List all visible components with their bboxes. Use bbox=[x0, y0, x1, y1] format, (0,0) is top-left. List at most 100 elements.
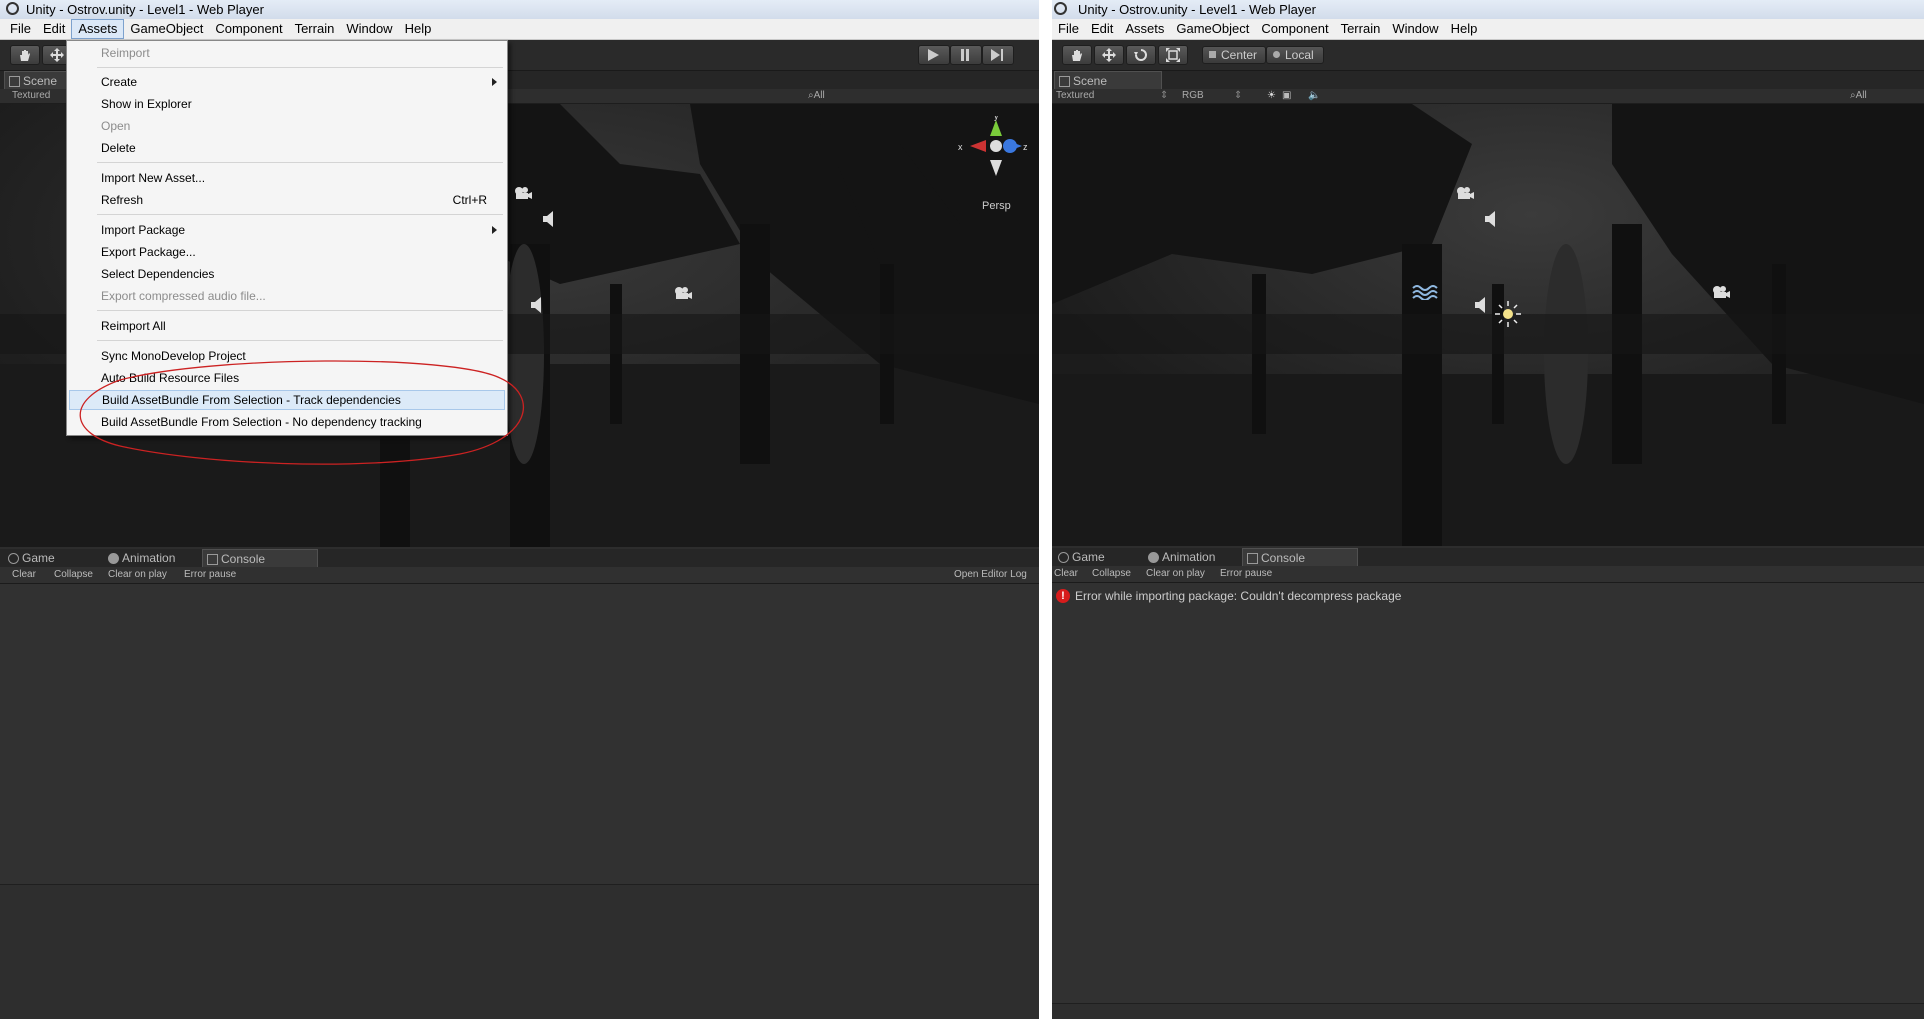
menu-item-export-package[interactable]: Export Package... bbox=[67, 242, 507, 262]
menu-gameobject[interactable]: GameObject bbox=[1170, 19, 1255, 39]
console-error-pause-button[interactable]: Error pause bbox=[184, 567, 236, 583]
sun-icon: ☀ bbox=[1267, 90, 1276, 101]
color-mode-dropdown[interactable]: RGB bbox=[1182, 89, 1204, 103]
menu-gameobject[interactable]: GameObject bbox=[124, 19, 209, 39]
directional-light-icon[interactable] bbox=[1494, 300, 1522, 328]
menu-item-delete[interactable]: Delete bbox=[67, 138, 507, 158]
menu-item-import-package[interactable]: Import Package bbox=[67, 220, 507, 240]
menu-assets[interactable]: Assets bbox=[71, 19, 125, 39]
tab-game[interactable]: Game bbox=[1054, 548, 1142, 566]
menu-item-select-dependencies[interactable]: Select Dependencies bbox=[67, 264, 507, 284]
menu-item-label: Create bbox=[101, 75, 138, 89]
menu-window[interactable]: Window bbox=[1386, 19, 1444, 39]
menu-item-import-new-asset[interactable]: Import New Asset... bbox=[67, 168, 507, 188]
open-editor-log-button[interactable]: Open Editor Log bbox=[954, 567, 1027, 583]
menu-help[interactable]: Help bbox=[1445, 19, 1484, 39]
menu-item-auto-build-resource-files[interactable]: Auto Build Resource Files bbox=[67, 368, 507, 388]
menu-item-refresh[interactable]: Refresh Ctrl+R bbox=[67, 190, 507, 210]
scene-gizmo[interactable]: y x z bbox=[952, 116, 1032, 176]
camera-icon[interactable] bbox=[1455, 186, 1475, 200]
menu-item-reimport-all[interactable]: Reimport All bbox=[67, 316, 507, 336]
camera-icon[interactable] bbox=[673, 286, 693, 300]
rotate-icon bbox=[1134, 49, 1147, 61]
audio-source-icon[interactable] bbox=[542, 210, 558, 228]
menu-item-reimport[interactable]: Reimport bbox=[67, 43, 507, 63]
tab-console[interactable]: Console bbox=[1242, 548, 1358, 567]
hand-tool-button[interactable] bbox=[1062, 45, 1092, 65]
menu-edit[interactable]: Edit bbox=[37, 19, 71, 39]
menu-edit[interactable]: Edit bbox=[1085, 19, 1119, 39]
tab-animation[interactable]: Animation bbox=[1144, 548, 1252, 566]
console-collapse-button[interactable]: Collapse bbox=[54, 567, 93, 583]
scene-grid-icon bbox=[1059, 76, 1070, 87]
right-scene-view[interactable] bbox=[1052, 104, 1924, 546]
left-scene-search[interactable]: ⌕ All bbox=[808, 89, 825, 103]
menu-item-create[interactable]: Create bbox=[67, 72, 507, 92]
forest-scene-image bbox=[1052, 104, 1924, 546]
console-clear-on-play-button[interactable]: Clear on play bbox=[108, 567, 167, 583]
render-mode-dropdown-arrow-icon: ⇕ bbox=[1160, 90, 1169, 101]
menu-item-label: Sync MonoDevelop Project bbox=[101, 349, 246, 363]
menu-item-build-assetbundle-track[interactable]: Build AssetBundle From Selection - Track… bbox=[69, 390, 505, 410]
menu-item-label: Build AssetBundle From Selection - No de… bbox=[101, 415, 422, 429]
render-mode-dropdown[interactable]: Textured bbox=[12, 89, 50, 103]
pivot-center-toggle[interactable]: Center bbox=[1202, 46, 1266, 64]
right-scene-tab-row: Scene bbox=[1052, 71, 1924, 90]
audio-source-icon[interactable] bbox=[1484, 210, 1500, 228]
menu-terrain[interactable]: Terrain bbox=[1335, 19, 1387, 39]
rotate-tool-button[interactable] bbox=[1126, 45, 1156, 65]
menu-help[interactable]: Help bbox=[399, 19, 438, 39]
audio-source-icon[interactable] bbox=[1474, 296, 1490, 314]
menu-file[interactable]: File bbox=[1052, 19, 1085, 39]
menu-file[interactable]: File bbox=[4, 19, 37, 39]
console-error-entry[interactable]: ! Error while importing package: Couldn'… bbox=[1056, 589, 1401, 603]
menu-component[interactable]: Component bbox=[209, 19, 288, 39]
menu-component[interactable]: Component bbox=[1255, 19, 1334, 39]
console-icon bbox=[207, 554, 218, 565]
pause-button[interactable] bbox=[950, 45, 982, 65]
console-collapse-button[interactable]: Collapse bbox=[1092, 566, 1131, 582]
submenu-arrow-icon bbox=[492, 78, 497, 86]
tab-game[interactable]: Game bbox=[4, 549, 92, 567]
search-placeholder: All bbox=[813, 90, 825, 101]
console-clear-button[interactable]: Clear bbox=[12, 567, 36, 583]
menu-item-label: Export compressed audio file... bbox=[101, 289, 266, 303]
water-icon[interactable] bbox=[1412, 284, 1440, 300]
render-mode-dropdown[interactable]: Textured bbox=[1056, 89, 1094, 103]
right-toolbar: Center Local bbox=[1052, 40, 1924, 71]
tab-scene-label: Scene bbox=[1073, 74, 1108, 88]
menu-separator bbox=[97, 67, 503, 68]
play-button[interactable] bbox=[918, 45, 950, 65]
submenu-arrow-icon bbox=[492, 226, 497, 234]
menu-item-open[interactable]: Open bbox=[67, 116, 507, 136]
menu-item-build-assetbundle-no-tracking[interactable]: Build AssetBundle From Selection - No de… bbox=[67, 412, 507, 432]
console-clear-on-play-button[interactable]: Clear on play bbox=[1146, 566, 1205, 582]
menu-item-export-compressed-audio[interactable]: Export compressed audio file... bbox=[67, 286, 507, 306]
menu-item-show-in-explorer[interactable]: Show in Explorer bbox=[67, 94, 507, 114]
menu-item-shortcut: Ctrl+R bbox=[452, 193, 487, 207]
console-clear-button[interactable]: Clear bbox=[1054, 566, 1078, 582]
scale-tool-button[interactable] bbox=[1158, 45, 1188, 65]
move-tool-button[interactable] bbox=[1094, 45, 1124, 65]
tab-animation[interactable]: Animation bbox=[104, 549, 212, 567]
menu-item-label: Import New Asset... bbox=[101, 171, 206, 185]
left-console-detail-pane bbox=[0, 884, 1039, 1019]
right-scene-search[interactable]: ⌕ All bbox=[1850, 89, 1867, 103]
audio-source-icon[interactable] bbox=[530, 296, 546, 314]
menu-window[interactable]: Window bbox=[340, 19, 398, 39]
console-error-pause-button[interactable]: Error pause bbox=[1220, 566, 1272, 582]
menu-item-sync-monodevelop[interactable]: Sync MonoDevelop Project bbox=[67, 346, 507, 366]
left-title-bar: Unity - Ostrov.unity - Level1 - Web Play… bbox=[0, 0, 1039, 19]
menu-assets[interactable]: Assets bbox=[1119, 19, 1170, 39]
tab-console-label: Console bbox=[1261, 551, 1306, 565]
camera-icon[interactable] bbox=[513, 186, 533, 200]
console-icon bbox=[1247, 553, 1258, 564]
menu-separator bbox=[97, 340, 503, 341]
pivot-local-toggle[interactable]: Local bbox=[1266, 46, 1324, 64]
camera-icon[interactable] bbox=[1711, 285, 1731, 299]
step-button[interactable] bbox=[982, 45, 1014, 65]
menu-terrain[interactable]: Terrain bbox=[289, 19, 341, 39]
hand-tool-button[interactable] bbox=[10, 45, 40, 65]
tab-console[interactable]: Console bbox=[202, 549, 318, 568]
tab-scene[interactable]: Scene bbox=[1054, 71, 1162, 90]
